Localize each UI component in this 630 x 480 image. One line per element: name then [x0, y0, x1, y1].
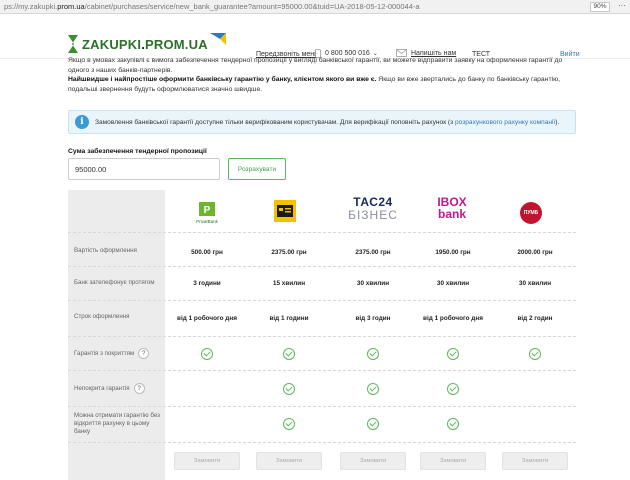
callback-credit-dnipro: 15 хвилин: [272, 280, 306, 287]
term-privatbank: від 1 робочого дня: [177, 315, 237, 322]
check-icon: [447, 348, 459, 360]
tac24-logo-sub: БІЗНЕС: [348, 208, 398, 222]
callback-ibox: 30 хвилин: [436, 280, 470, 287]
row-label-price: Вартість оформлення: [74, 247, 137, 254]
check-icon: [367, 348, 379, 360]
check-icon: [367, 383, 379, 395]
table-row: Гарантія з покриттям?: [68, 336, 576, 370]
price-privatbank: 500.00 грн: [191, 249, 223, 256]
check-icon: [283, 383, 295, 395]
term-credit-dnipro: від 1 години: [269, 315, 309, 322]
order-button-credit-dnipro[interactable]: Замовити: [256, 452, 322, 470]
info-icon: i: [75, 115, 89, 129]
intro-line: Якщо в умовах закупівлі є вимога забезпе…: [68, 57, 563, 74]
intro-text: Якщо в умовах закупівлі є вимога забезпе…: [68, 56, 578, 94]
zakupki-logo[interactable]: ZAKUPKI.PROM.UA: [68, 33, 226, 54]
row-label-term: Строк оформлення: [74, 313, 130, 320]
calculate-button[interactable]: Розрахувати: [228, 158, 286, 180]
zoom-indicator[interactable]: 90%: [590, 2, 610, 12]
order-button-privatbank[interactable]: Замовити: [174, 452, 240, 470]
row-label-callback: Банк зателефонує протягом: [74, 279, 155, 286]
verification-notice: i Замовлення банківської гарантії доступ…: [68, 110, 576, 134]
check-icon: [447, 418, 459, 430]
check-icon: [283, 418, 295, 430]
sum-input[interactable]: [68, 158, 220, 180]
check-icon: [201, 348, 213, 360]
table-row: Строк оформлення від 1 робочого дня від …: [68, 300, 576, 336]
order-button-pumb[interactable]: Замовити: [502, 452, 568, 470]
row-label-covered: Гарантія з покриттям?: [74, 348, 160, 359]
tac24-logo[interactable]: ТАС24 БІЗНЕС: [344, 196, 402, 222]
svg-text:P: P: [204, 205, 211, 216]
price-pumb: 2000.00 грн: [517, 249, 553, 256]
credit-dnipro-logo[interactable]: [274, 200, 296, 222]
check-icon: [283, 348, 295, 360]
table-row: Банк зателефонує протягом 3 години 15 хв…: [68, 266, 576, 300]
privatbank-logo[interactable]: P PrivatBank: [193, 202, 221, 224]
row-label-no-account: Можна отримати гарантію без відкриття ра…: [74, 412, 160, 435]
price-tac24: 2375.00 грн: [355, 249, 391, 256]
intro-bold: Найшвидше і найпростіше оформити банківс…: [68, 76, 377, 83]
check-icon: [367, 418, 379, 430]
site-header: ZAKUPKI.PROM.UA Передзвоніть мені 0 800 …: [0, 15, 630, 59]
term-ibox: від 1 робочого дня: [423, 315, 483, 322]
table-row: Можна отримати гарантію без відкриття ра…: [68, 406, 576, 442]
logo-flag-icon: [209, 33, 226, 45]
order-button-tac24[interactable]: Замовити: [340, 452, 406, 470]
help-icon[interactable]: ?: [133, 383, 145, 394]
svg-text:PrivatBank: PrivatBank: [196, 219, 219, 224]
logo-text: ZAKUPKI.PROM.UA: [82, 36, 208, 52]
check-icon: [447, 383, 459, 395]
price-ibox: 1950.00 грн: [435, 249, 471, 256]
callback-tac24: 30 хвилин: [356, 280, 390, 287]
sum-label: Сума забезпечення тендерної пропозиції: [68, 148, 207, 155]
row-label-uncovered: Непокрита гарантія?: [74, 383, 160, 394]
notice-text: Замовлення банківської гарантії доступне…: [95, 118, 560, 126]
order-button-ibox[interactable]: Замовити: [420, 452, 486, 470]
logo-mark-icon: [68, 35, 78, 53]
term-pumb: від 2 годин: [517, 315, 553, 322]
account-link[interactable]: розрахункового рахунку компанії: [455, 119, 555, 126]
browser-address-bar[interactable]: ps://my.zakupki.prom.ua/cabinet/purchase…: [0, 0, 630, 14]
more-icon[interactable]: ···: [618, 1, 626, 10]
pumb-logo[interactable]: ПУМБ: [520, 202, 542, 224]
help-icon[interactable]: ?: [138, 348, 150, 359]
ibox-logo[interactable]: IBOX bank: [432, 196, 472, 221]
table-row: Замовити Замовити Замовити Замовити Замо…: [68, 442, 576, 480]
ibox-logo-sub: bank: [437, 207, 466, 221]
price-credit-dnipro: 2375.00 грн: [271, 249, 307, 256]
pumb-logo-text: ПУМБ: [523, 210, 539, 216]
check-icon: [529, 348, 541, 360]
callback-pumb: 30 хвилин: [518, 280, 552, 287]
callback-privatbank: 3 години: [193, 280, 221, 287]
term-tac24: від 3 годин: [355, 315, 391, 322]
url-text[interactable]: ps://my.zakupki.prom.ua/cabinet/purchase…: [4, 2, 420, 11]
table-row: Непокрита гарантія?: [68, 370, 576, 406]
